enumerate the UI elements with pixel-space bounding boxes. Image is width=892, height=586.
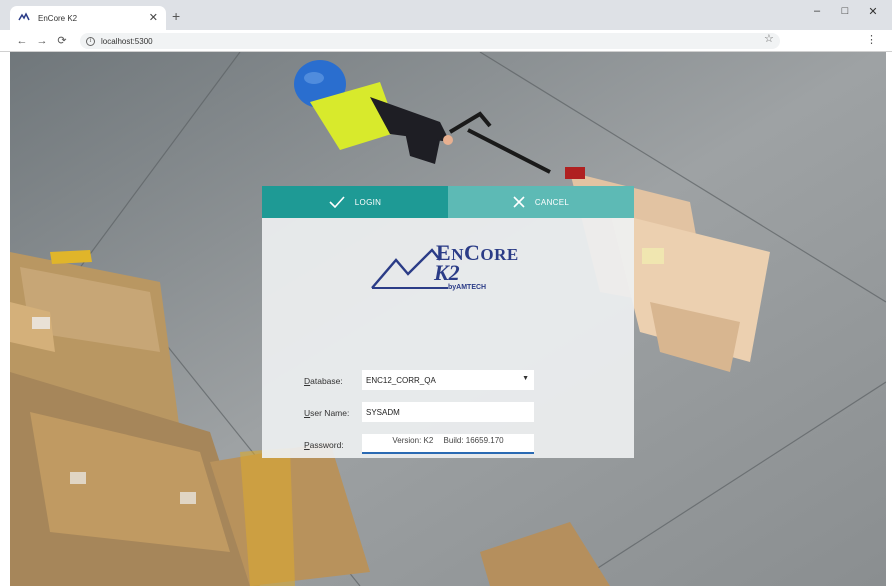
tab-close-icon[interactable]: ✕ (149, 12, 158, 24)
minimize-button[interactable]: – (806, 5, 828, 17)
bookmark-star-icon[interactable]: ☆ (764, 32, 774, 45)
page-viewport: LOGIN CANCEL ENCORE K2 byAMTECH Database… (10, 52, 886, 586)
browser-chrome: EnCore K2 ✕ + – □ ✕ ← → ⟳ i localhost:53… (0, 0, 892, 52)
close-icon (513, 196, 525, 208)
login-dialog: LOGIN CANCEL ENCORE K2 byAMTECH Database… (262, 186, 634, 458)
site-info-icon[interactable]: i (86, 36, 95, 46)
database-label: Database: (304, 376, 343, 386)
back-icon[interactable]: ← (14, 33, 30, 49)
url-text: localhost:5300 (101, 36, 153, 46)
chevron-down-icon[interactable]: ▼ (522, 375, 529, 382)
username-field[interactable]: SYSADM (362, 402, 534, 422)
tab-title: EnCore K2 (38, 13, 78, 23)
build-text: Build: 16659.170 (443, 436, 504, 445)
browser-tab[interactable]: EnCore K2 ✕ (10, 6, 166, 30)
address-bar[interactable]: i localhost:5300 (80, 33, 780, 49)
database-value: ENC12_CORR_QA (366, 375, 436, 385)
checkmark-icon (329, 196, 345, 208)
forward-icon[interactable]: → (34, 33, 50, 49)
version-info: Version: K2 Build: 16659.170 (262, 436, 634, 445)
new-tab-button[interactable]: + (172, 9, 180, 23)
database-select[interactable]: ENC12_CORR_QA ▼ (362, 370, 534, 390)
username-value: SYSADM (366, 407, 400, 417)
version-text: Version: K2 (392, 436, 434, 445)
dialog-action-bar: LOGIN CANCEL (262, 186, 634, 218)
browser-menu-icon[interactable]: ⋮ (866, 33, 877, 46)
logo-byline: byAMTECH (448, 284, 487, 291)
reload-icon[interactable]: ⟳ (54, 33, 70, 49)
maximize-button[interactable]: □ (834, 5, 856, 17)
login-button[interactable]: LOGIN (262, 186, 448, 218)
logo-k2: K2 (434, 260, 460, 285)
tab-strip: EnCore K2 ✕ + – □ ✕ (0, 0, 892, 30)
login-button-label: LOGIN (354, 197, 382, 207)
close-window-button[interactable]: ✕ (862, 5, 884, 18)
cancel-button-label: CANCEL (534, 197, 570, 207)
cancel-button[interactable]: CANCEL (448, 186, 634, 218)
encore-k2-logo: ENCORE K2 byAMTECH (370, 238, 530, 298)
encore-favicon-icon (18, 11, 32, 25)
browser-toolbar: ← → ⟳ i localhost:5300 ☆ ⋮ (0, 30, 892, 52)
username-label: User Name: (304, 408, 350, 418)
